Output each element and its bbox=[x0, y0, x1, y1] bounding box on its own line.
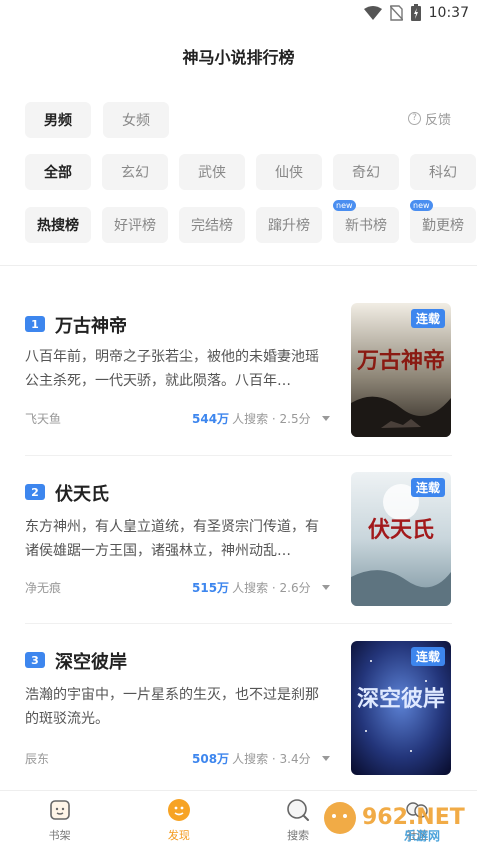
tab-male[interactable]: 男频 bbox=[25, 102, 91, 138]
help-circle-icon: ? bbox=[407, 112, 421, 125]
book-description: 八百年前，明帝之子张若尘，被他的未婚妻池瑶公主杀死，一代天骄，就此陨落。八百年… bbox=[25, 349, 319, 389]
genre-wuxia[interactable]: 武侠 bbox=[179, 154, 245, 190]
no-sim-icon bbox=[389, 4, 403, 21]
book-item[interactable]: 1 万古神帝 八百年前，明帝之子张若尘，被他的未婚妻池瑶公主杀死，一代天骄，就此… bbox=[0, 300, 477, 470]
stats-text: 人搜索 · 2.6分 bbox=[232, 581, 311, 595]
rank-type-filters: 热搜榜 好评榜 完结榜 蹿升榜 new 新书榜 new 勤更榜 bbox=[25, 200, 476, 243]
book-item[interactable]: 2 伏天氏 东方神州，有人皇立道统，有圣贤宗门传道，有诸侯雄踞一方王国，诸强林立… bbox=[0, 470, 477, 640]
bottom-navigation: 书架 发现 搜索 社区 bbox=[0, 790, 477, 849]
wifi-icon bbox=[363, 5, 382, 20]
cover-title: 伏天氏 bbox=[367, 517, 434, 543]
nav-search[interactable]: 搜索 bbox=[239, 791, 358, 849]
community-icon bbox=[404, 797, 430, 823]
nav-discover-label: 发现 bbox=[167, 829, 190, 842]
genre-kehuan[interactable]: 科幻 bbox=[410, 154, 476, 190]
page-title: 神马小说排行榜 bbox=[182, 48, 295, 67]
rank-hot-search[interactable]: 热搜榜 bbox=[25, 207, 91, 243]
search-count: 515万 bbox=[192, 581, 230, 595]
nav-community-label: 社区 bbox=[406, 829, 429, 842]
battery-charging-icon bbox=[410, 4, 421, 21]
genre-qihuan[interactable]: 奇幻 bbox=[333, 154, 399, 190]
genre-filters: 全部 玄幻 武侠 仙侠 奇幻 科幻 bbox=[25, 154, 476, 190]
book-title: 伏天氏 bbox=[55, 484, 109, 505]
new-badge: new bbox=[333, 200, 356, 211]
book-cover[interactable]: 万古神帝 连载 bbox=[351, 303, 451, 437]
feedback-button[interactable]: ? 反馈 bbox=[407, 109, 451, 128]
serializing-tag: 连载 bbox=[410, 647, 445, 666]
feedback-label: 反馈 bbox=[424, 113, 451, 128]
rank-good-review[interactable]: 好评榜 bbox=[102, 207, 168, 243]
book-stats: 508万 人搜索 · 3.4分 bbox=[192, 750, 330, 767]
book-stats: 515万 人搜索 · 2.6分 bbox=[192, 579, 330, 596]
book-title: 万古神帝 bbox=[55, 316, 127, 337]
genre-xianxia[interactable]: 仙侠 bbox=[256, 154, 322, 190]
book-description: 东方神州，有人皇立道统，有圣贤宗门传道，有诸侯雄踞一方王国，诸强林立，神州动乱… bbox=[25, 519, 319, 559]
nav-search-label: 搜索 bbox=[287, 829, 310, 842]
book-title: 深空彼岸 bbox=[55, 652, 127, 673]
caret-down-icon[interactable] bbox=[321, 585, 330, 590]
rank-frequent-update[interactable]: new 勤更榜 bbox=[410, 200, 476, 243]
discover-icon bbox=[166, 797, 192, 823]
serializing-tag: 连载 bbox=[410, 309, 445, 328]
rank-frequent-update-label: 勤更榜 bbox=[422, 218, 464, 234]
rank-new-books[interactable]: new 新书榜 bbox=[333, 200, 399, 243]
nav-bookshelf-label: 书架 bbox=[48, 829, 71, 842]
book-author: 净无痕 bbox=[25, 581, 62, 595]
stats-text: 人搜索 · 2.5分 bbox=[232, 412, 311, 426]
search-icon bbox=[285, 797, 311, 823]
rank-badge: 3 bbox=[25, 652, 45, 668]
book-stats: 544万 人搜索 · 2.5分 bbox=[192, 410, 330, 427]
rank-rising[interactable]: 蹿升榜 bbox=[256, 207, 322, 243]
new-badge: new bbox=[410, 200, 433, 211]
bookshelf-icon bbox=[47, 797, 73, 823]
book-description: 浩瀚的宇宙中，一片星系的生灭，也不过是刹那的斑驳流光。 bbox=[25, 687, 319, 727]
nav-community[interactable]: 社区 bbox=[358, 791, 477, 849]
item-divider bbox=[25, 623, 452, 624]
book-author: 飞天鱼 bbox=[25, 412, 62, 426]
search-count: 508万 bbox=[192, 752, 230, 766]
rank-badge: 1 bbox=[25, 316, 45, 332]
item-divider bbox=[25, 455, 452, 456]
genre-xuanhuan[interactable]: 玄幻 bbox=[102, 154, 168, 190]
nav-bookshelf[interactable]: 书架 bbox=[0, 791, 119, 849]
gender-tabs: 男频 女频 bbox=[25, 102, 169, 138]
status-time: 10:37 bbox=[428, 4, 469, 21]
book-author: 辰东 bbox=[25, 752, 50, 766]
stats-text: 人搜索 · 3.4分 bbox=[232, 752, 311, 766]
caret-down-icon[interactable] bbox=[321, 416, 330, 421]
rank-completed[interactable]: 完结榜 bbox=[179, 207, 245, 243]
cover-title: 万古神帝 bbox=[356, 348, 445, 374]
book-cover[interactable]: 深空彼岸 连载 bbox=[351, 641, 451, 775]
status-bar: 10:37 bbox=[0, 0, 477, 28]
search-count: 544万 bbox=[192, 412, 230, 426]
cover-title: 深空彼岸 bbox=[356, 686, 445, 712]
rank-badge: 2 bbox=[25, 484, 45, 500]
book-cover[interactable]: 伏天氏 连载 bbox=[351, 472, 451, 606]
nav-discover[interactable]: 发现 bbox=[119, 791, 238, 849]
section-divider bbox=[0, 265, 477, 266]
rank-new-books-label: 新书榜 bbox=[345, 218, 387, 234]
caret-down-icon[interactable] bbox=[321, 756, 330, 761]
book-item[interactable]: 3 深空彼岸 浩瀚的宇宙中，一片星系的生灭，也不过是刹那的斑驳流光。 辰东 50… bbox=[0, 640, 477, 810]
tab-female[interactable]: 女频 bbox=[103, 102, 169, 138]
serializing-tag: 连载 bbox=[410, 478, 445, 497]
genre-all[interactable]: 全部 bbox=[25, 154, 91, 190]
